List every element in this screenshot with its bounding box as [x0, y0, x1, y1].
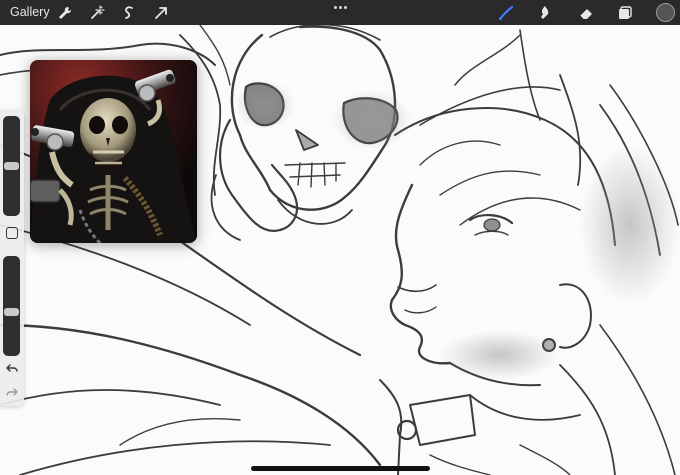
- redo-icon: [6, 388, 18, 396]
- opacity-thumb[interactable]: [4, 308, 19, 316]
- color-swatch[interactable]: [656, 3, 675, 22]
- selection-icon[interactable]: [119, 3, 139, 22]
- undo-icon: [6, 364, 18, 372]
- top-toolbar: Gallery: [0, 0, 680, 25]
- home-indicator[interactable]: [251, 466, 430, 471]
- redo-button[interactable]: [4, 386, 20, 400]
- gallery-button[interactable]: Gallery: [10, 5, 50, 19]
- layers-icon[interactable]: [615, 3, 635, 22]
- reference-window[interactable]: [30, 60, 197, 243]
- undo-button[interactable]: [4, 362, 20, 376]
- smudge-icon[interactable]: [535, 3, 555, 22]
- brush-size-slider[interactable]: [3, 116, 20, 216]
- left-sidebar: [0, 110, 24, 406]
- modify-button[interactable]: [6, 227, 18, 239]
- wrench-icon[interactable]: [55, 3, 75, 22]
- brush-icon[interactable]: [496, 3, 516, 22]
- reference-image: [30, 60, 197, 243]
- opacity-slider[interactable]: [3, 256, 20, 356]
- transform-arrow-icon[interactable]: [151, 3, 171, 22]
- brush-size-thumb[interactable]: [4, 162, 19, 170]
- more-options-icon[interactable]: [331, 2, 349, 12]
- magic-wand-icon[interactable]: [87, 3, 107, 22]
- eraser-icon[interactable]: [576, 3, 596, 22]
